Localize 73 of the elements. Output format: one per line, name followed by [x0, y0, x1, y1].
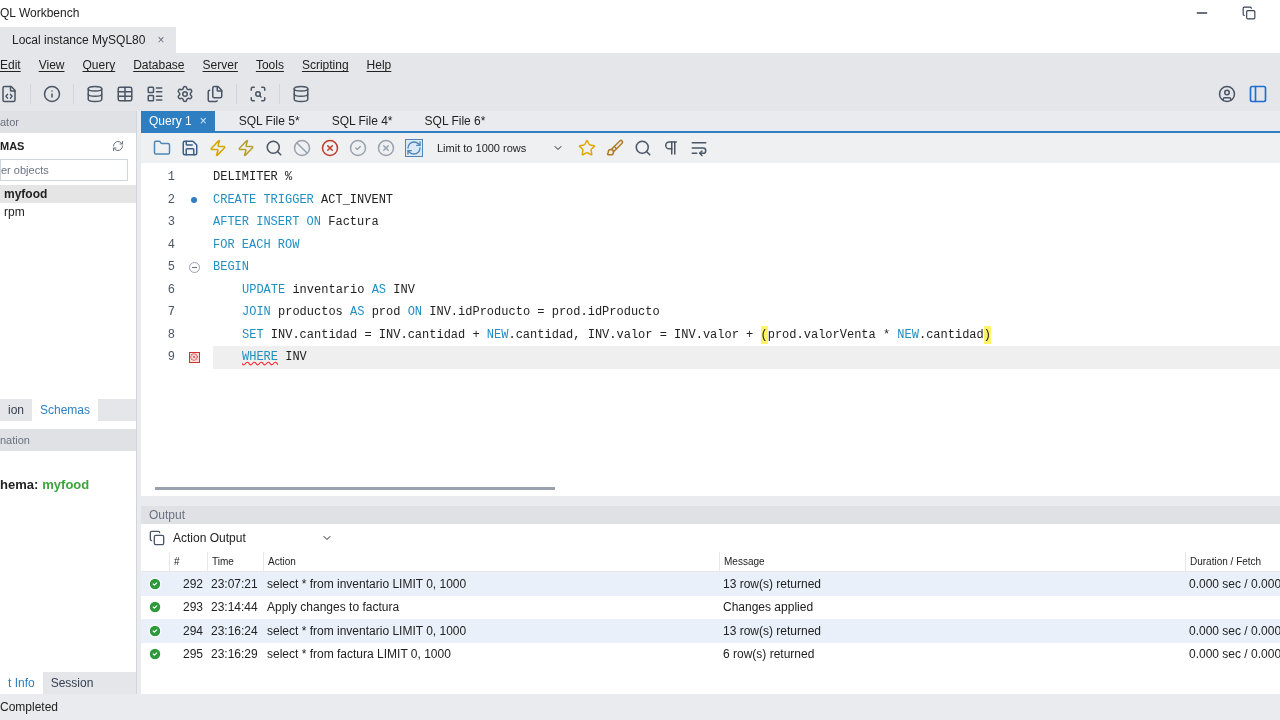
- schema-value: myfood: [42, 475, 90, 494]
- menu-item[interactable]: Tools: [255, 56, 284, 74]
- table-cell-text: 13 row(s) returned: [722, 622, 823, 640]
- table-cell-text: Apply changes to factura: [266, 599, 401, 617]
- table-cell-text: 293: [181, 599, 204, 617]
- code-line: FOR EACH ROW: [213, 236, 301, 254]
- table-cell-text: 6 row(s) returned: [722, 646, 816, 664]
- code-line: DELIMITER %: [213, 169, 294, 187]
- code-line: UPDATE inventario AS INV: [241, 281, 416, 299]
- schema-label: hema:: [0, 475, 39, 494]
- table-cell-text: 23:16:29: [210, 646, 259, 664]
- line-number: 4: [166, 236, 175, 254]
- information-header: nation: [0, 428, 136, 451]
- schema-item[interactable]: myfood: [0, 185, 136, 203]
- table-cell-text: 23:16:24: [210, 622, 259, 640]
- line-number: 3: [166, 214, 175, 232]
- column-header[interactable]: Action: [263, 552, 719, 571]
- table-cell-text: 294: [181, 622, 204, 640]
- column-header[interactable]: Message: [719, 552, 1185, 571]
- editor-tab[interactable]: SQL File 5*: [230, 111, 308, 131]
- code-line: JOIN productos AS prod ON INV.idProducto = prod.idProducto: [241, 304, 661, 322]
- sidebar-tab[interactable]: Session: [42, 672, 102, 694]
- table-cell-text: 0.000 sec / 0.000: [1188, 622, 1280, 640]
- navigator-header: ator: [0, 111, 136, 133]
- code-line: BEGIN: [213, 259, 250, 277]
- line-number: 6: [166, 281, 175, 299]
- table-cell-text: 0.000 sec / 0.000: [1188, 646, 1280, 664]
- table-cell-text: 295: [181, 646, 204, 664]
- line-number: 8: [166, 326, 175, 344]
- sidebar-tab[interactable]: ion: [0, 398, 32, 421]
- line-number: 7: [166, 304, 175, 322]
- menu-item[interactable]: Edit: [0, 56, 21, 74]
- code-line: CREATE TRIGGER ACT_INVENT: [213, 191, 395, 209]
- close-icon[interactable]: ×: [199, 112, 207, 130]
- filter-field[interactable]: er objects: [0, 159, 128, 181]
- editor-tab[interactable]: Query 1 ×: [141, 111, 215, 131]
- schema-item[interactable]: rpm: [0, 203, 136, 221]
- code-line: SET INV.cantidad = INV.cantidad + NEW.cantidad, INV.valor = INV.valor + (prod.valorVenta * NEW.cantidad): [241, 324, 992, 346]
- menu-item[interactable]: Database: [133, 56, 185, 74]
- menu-item[interactable]: Server: [202, 56, 238, 74]
- line-number: 9: [166, 349, 175, 367]
- column-header[interactable]: Time: [207, 552, 263, 571]
- editor-tab[interactable]: SQL File 6*: [416, 111, 494, 131]
- editor-tab[interactable]: SQL File 4*: [323, 111, 401, 131]
- sidebar-tab[interactable]: t Info: [0, 672, 43, 694]
- menu-item[interactable]: Scripting: [301, 56, 349, 74]
- window-title: QL Workbench: [0, 4, 80, 22]
- table-cell-text: 23:14:44: [210, 599, 259, 617]
- table-cell-text: select * from inventario LIMIT 0, 1000: [266, 575, 468, 593]
- line-number: 5: [166, 259, 175, 277]
- menu-item[interactable]: Query: [82, 56, 116, 74]
- schemas-title: MAS: [0, 138, 25, 154]
- connection-tab[interactable]: Local instance MySQL80 ×: [0, 27, 177, 53]
- close-icon[interactable]: ×: [157, 31, 165, 49]
- table-cell-text: select * from factura LIMIT 0, 1000: [266, 646, 452, 664]
- sidebar-tab[interactable]: Schemas: [32, 398, 99, 421]
- table-cell-text: select * from inventario LIMIT 0, 1000: [266, 622, 468, 640]
- output-header: Output: [141, 506, 1280, 524]
- output-type-select[interactable]: Action Output: [173, 529, 333, 547]
- menu-item[interactable]: View: [38, 56, 65, 74]
- column-header[interactable]: #: [169, 552, 207, 571]
- line-number: 2: [166, 191, 175, 209]
- table-cell-text: 292: [181, 575, 204, 593]
- limit-select[interactable]: Limit to 1000 rows: [433, 137, 568, 159]
- line-number: 1: [166, 169, 175, 187]
- table-cell-text: 0.000 sec / 0.000: [1188, 575, 1280, 593]
- table-cell-text: 23:07:21: [210, 575, 259, 593]
- table-cell-text: Changes applied: [722, 599, 815, 617]
- menu-item[interactable]: Help: [366, 56, 392, 74]
- status-text: Completed: [0, 699, 59, 716]
- code-line: AFTER INSERT ON Factura: [213, 214, 380, 232]
- table-cell-text: 13 row(s) returned: [722, 575, 823, 593]
- column-header[interactable]: Duration / Fetch: [1185, 552, 1280, 571]
